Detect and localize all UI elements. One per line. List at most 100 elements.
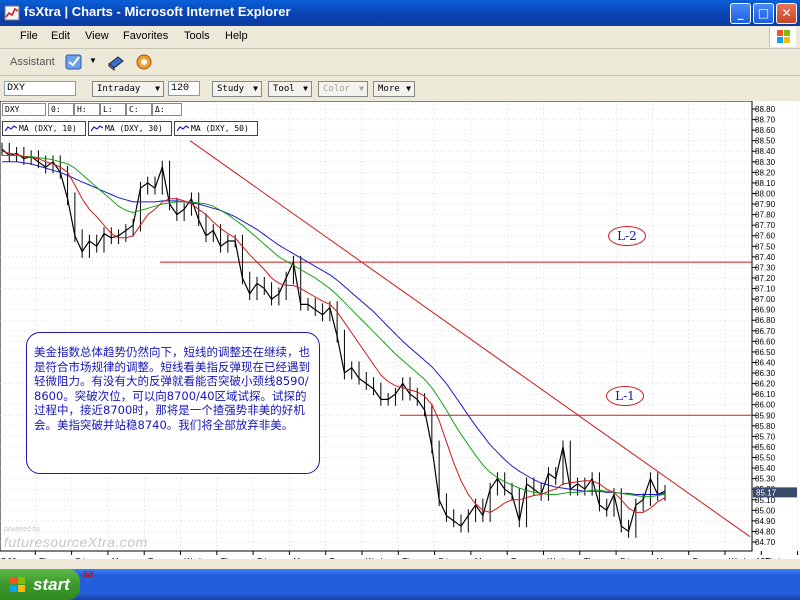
legend-ma10[interactable]: MA (DXY, 10): [2, 121, 86, 136]
toolbar-book-icon[interactable]: [106, 52, 126, 72]
level-label-l1: L-1: [606, 386, 644, 406]
y-tick-label: 87.70: [755, 221, 776, 230]
study-dropdown[interactable]: Study ▼: [212, 81, 262, 97]
y-tick-label: 85.40: [755, 464, 776, 473]
assistant-label[interactable]: Assistant: [10, 56, 55, 68]
menu-bar: File Edit View Favorites Tools Help: [0, 26, 800, 49]
vendor-watermark: powered by futuresourceXtra.com: [4, 526, 148, 550]
level-label-l2: L-2: [608, 226, 646, 246]
chevron-down-icon: ▼: [359, 84, 364, 93]
start-label: start: [33, 575, 70, 594]
y-tick-label: 84.70: [755, 538, 776, 547]
y-tick-label: 88.50: [755, 137, 776, 146]
y-tick-label: 87.80: [755, 211, 776, 220]
y-tick-label: 87.60: [755, 232, 776, 241]
y-tick-label: 87.20: [755, 274, 776, 283]
maximize-button[interactable]: □: [753, 3, 774, 24]
scrollbar-track: [0, 559, 800, 569]
y-tick-label: 85.70: [755, 432, 776, 441]
interval-type-label: Intraday: [97, 84, 141, 94]
start-button[interactable]: start: [0, 569, 80, 600]
menu-favorites[interactable]: Favorites: [123, 30, 168, 42]
close-button[interactable]: ✕: [776, 3, 797, 24]
windows-logo-icon: [769, 27, 796, 47]
menu-file[interactable]: File: [20, 30, 38, 42]
plot-frame: [0, 101, 753, 552]
y-tick-label: 88.20: [755, 168, 776, 177]
chevron-down-icon: ▼: [253, 84, 258, 93]
info-low: L:: [100, 103, 126, 116]
info-symbol: DXY: [2, 103, 46, 116]
y-tick-label: 87.50: [755, 242, 776, 251]
line-swatch-icon: [177, 125, 189, 132]
legend-ma50-label: MA (DXY, 50): [191, 124, 249, 133]
tool-label: Tool: [273, 84, 295, 94]
y-tick-label: 84.90: [755, 517, 776, 526]
legend-ma30-label: MA (DXY, 30): [105, 124, 163, 133]
y-tick-label: 87.90: [755, 200, 776, 209]
chevron-down-icon: ▼: [406, 84, 411, 93]
y-tick-label: 85.90: [755, 411, 776, 420]
y-tick-label: 86.30: [755, 369, 776, 378]
y-tick-label: 87.00: [755, 295, 776, 304]
tool-dropdown[interactable]: Tool ▼: [268, 81, 312, 97]
more-label: More: [378, 84, 400, 94]
y-tick-label: 86.50: [755, 348, 776, 357]
chevron-down-icon: ▼: [303, 84, 308, 93]
y-tick-label: 88.70: [755, 116, 776, 125]
y-tick-label: 85.30: [755, 475, 776, 484]
menu-help[interactable]: Help: [225, 30, 248, 42]
y-tick-label: 86.10: [755, 390, 776, 399]
info-open: 0:: [48, 103, 74, 116]
info-change: Δ:: [152, 103, 182, 116]
chevron-down-icon: ▼: [155, 84, 160, 93]
ie-toolbar: Assistant ▼: [0, 49, 800, 76]
y-tick-label: 88.60: [755, 126, 776, 135]
y-tick-label: 85.50: [755, 454, 776, 463]
y-tick-label: 88.30: [755, 158, 776, 167]
legend-ma50[interactable]: MA (DXY, 50): [174, 121, 258, 136]
y-tick-label: 88.40: [755, 147, 776, 156]
y-tick-label: 85.80: [755, 422, 776, 431]
y-tick-label: 88.80: [755, 105, 776, 114]
info-high: H:: [74, 103, 100, 116]
assistant-icon[interactable]: [64, 52, 84, 72]
minimize-button[interactable]: _: [730, 3, 751, 24]
interval-input[interactable]: 120: [168, 81, 200, 96]
y-tick-label: 86.00: [755, 401, 776, 410]
current-price-label: 85.17: [756, 488, 777, 497]
taskbar-note: aa: [82, 565, 94, 580]
line-swatch-icon: [91, 125, 103, 132]
menu-tools[interactable]: Tools: [184, 30, 210, 42]
interval-type-dropdown[interactable]: Intraday ▼: [92, 81, 164, 97]
y-tick-label: 87.40: [755, 253, 776, 262]
y-tick-label: 86.70: [755, 327, 776, 336]
y-tick-label: 86.20: [755, 380, 776, 389]
watermark-brand: futuresourceXtra.com: [4, 534, 148, 550]
chart-toolbar: DXY Intraday ▼ 120 Study ▼ Tool ▼ Color …: [0, 77, 800, 101]
menu-edit[interactable]: Edit: [51, 30, 70, 42]
y-tick-label: 87.30: [755, 263, 776, 272]
chart-area[interactable]: 88.80 88.70 88.60 88.50 88.40 88.30 88.20 88.10…: [0, 101, 800, 569]
analysis-comment-box: 美金指数总体趋势仍然向下，短线的调整还在继续，也是符合市场规律的调整。短线看美指…: [26, 332, 320, 474]
window-title: fsXtra | Charts - Microsoft Internet Exp…: [24, 4, 291, 19]
toolbar-tools-icon[interactable]: [134, 52, 154, 72]
menu-view[interactable]: View: [85, 30, 109, 42]
more-dropdown[interactable]: More ▼: [373, 81, 415, 97]
symbol-input[interactable]: DXY: [4, 81, 76, 96]
color-dropdown[interactable]: Color ▼: [318, 81, 368, 97]
legend-ma30[interactable]: MA (DXY, 30): [88, 121, 172, 136]
y-tick-label: 84.80: [755, 527, 776, 536]
fsxtra-app-icon: [4, 5, 20, 21]
assistant-dropdown-icon[interactable]: ▼: [89, 56, 97, 65]
y-tick-label: 88.10: [755, 179, 776, 188]
watermark-powered-by: powered by: [4, 526, 41, 533]
y-tick-label: 86.40: [755, 358, 776, 367]
y-tick-label: 86.60: [755, 337, 776, 346]
y-tick-label: 85.60: [755, 443, 776, 452]
y-tick-label: 87.10: [755, 285, 776, 294]
line-swatch-icon: [5, 125, 17, 132]
color-label: Color: [323, 84, 351, 94]
info-close: C:: [126, 103, 152, 116]
study-label: Study: [217, 84, 245, 94]
